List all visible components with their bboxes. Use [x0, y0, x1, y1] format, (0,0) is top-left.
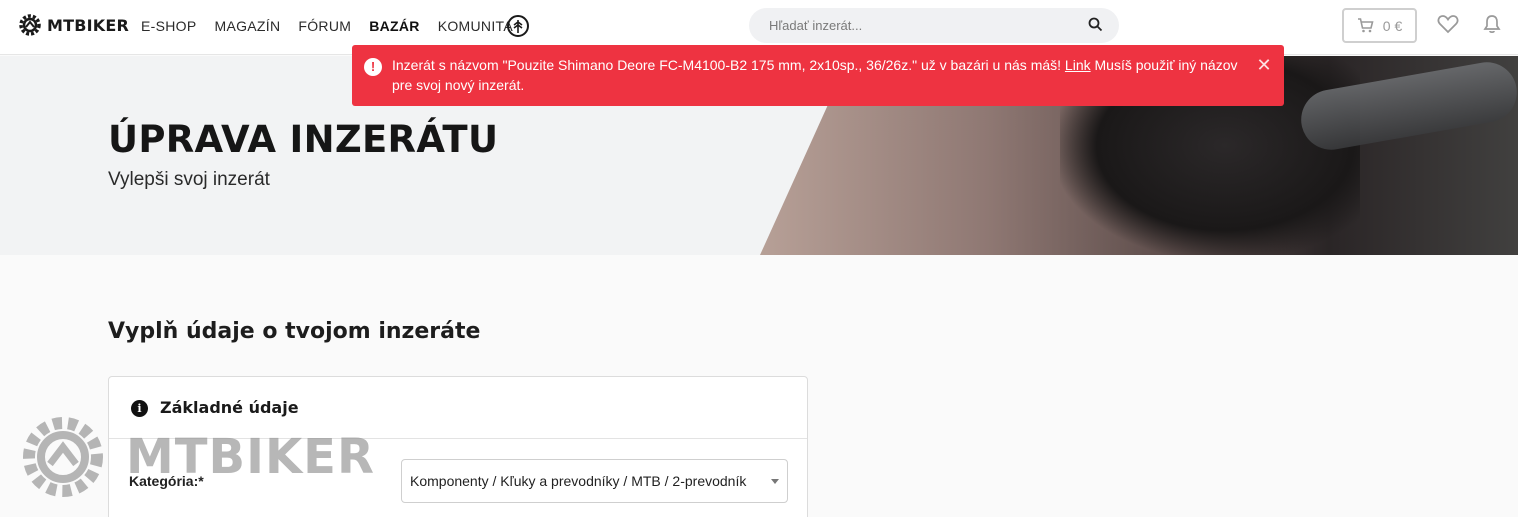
- category-select[interactable]: Komponenty / Kľuky a prevodníky / MTB / …: [401, 459, 788, 503]
- nav-bazar[interactable]: BAZÁR: [369, 18, 420, 34]
- error-alert: ! Inzerát s názvom "Pouzite Shimano Deor…: [352, 45, 1284, 106]
- search-input[interactable]: [749, 8, 1119, 43]
- nav-forum[interactable]: FÓRUM: [298, 18, 351, 34]
- alert-message: Inzerát s názvom "Pouzite Shimano Deore …: [392, 55, 1242, 95]
- alert-icon: !: [364, 58, 382, 76]
- alert-text-before: Inzerát s názvom "Pouzite Shimano Deore …: [392, 57, 1065, 73]
- watermark-gear-icon: [23, 417, 103, 497]
- heart-icon[interactable]: [1437, 14, 1459, 34]
- main-nav: E-SHOP MAGAZÍN FÓRUM BAZÁR KOMUNITA: [141, 18, 531, 34]
- watermark: MTBIKER: [20, 414, 375, 500]
- bell-icon[interactable]: [1483, 14, 1501, 34]
- search-bar: [749, 8, 1119, 43]
- close-icon[interactable]: ✕: [1256, 56, 1272, 74]
- logo[interactable]: MTBIKER: [18, 13, 129, 37]
- nav-magazin[interactable]: MAGAZÍN: [214, 18, 280, 34]
- tree-icon[interactable]: [507, 15, 529, 37]
- alert-link[interactable]: Link: [1065, 57, 1091, 73]
- nav-komunita[interactable]: KOMUNITA: [438, 18, 513, 34]
- search-icon[interactable]: [1088, 17, 1103, 32]
- category-value: Komponenty / Kľuky a prevodníky / MTB / …: [410, 473, 747, 489]
- cart-button[interactable]: 0 €: [1342, 8, 1417, 43]
- nav-eshop[interactable]: E-SHOP: [141, 18, 196, 34]
- page-title: ÚPRAVA INZERÁTU: [108, 118, 499, 161]
- watermark-text: MTBIKER: [126, 429, 375, 485]
- logo-text: MTBIKER: [47, 15, 130, 35]
- gear-logo-icon: [19, 14, 41, 36]
- chevron-down-icon: [771, 479, 779, 484]
- cart-icon: [1357, 18, 1374, 33]
- section-title: Vyplň údaje o tvojom inzeráte: [108, 319, 481, 344]
- page-subtitle: Vylepši svoj inzerát: [108, 169, 270, 190]
- cart-value: 0 €: [1382, 17, 1403, 34]
